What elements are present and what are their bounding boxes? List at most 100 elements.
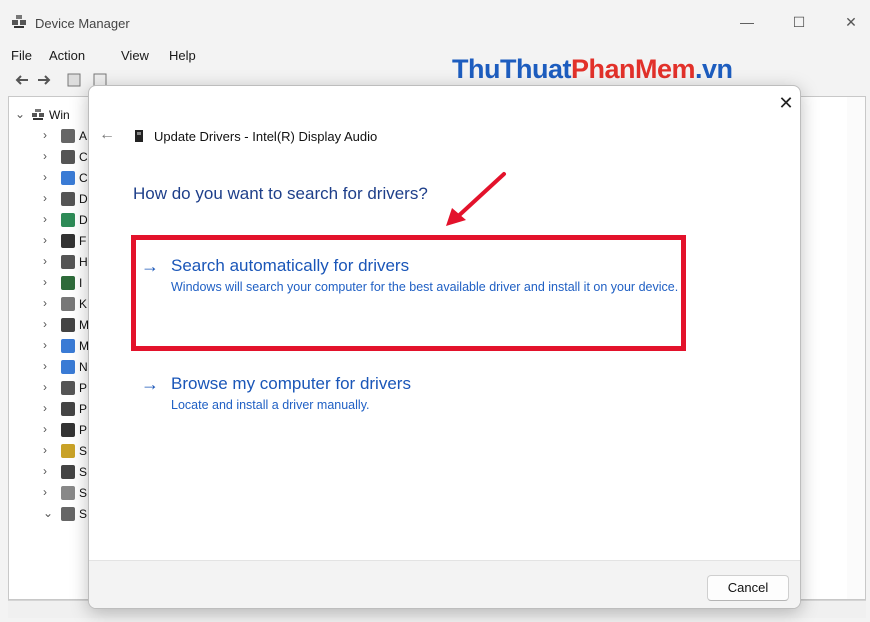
tree-item[interactable]: › D: [9, 189, 99, 209]
tree-item-label: S: [79, 486, 88, 500]
tree-item[interactable]: › K: [9, 294, 99, 314]
cancel-button[interactable]: Cancel: [707, 575, 789, 601]
menu-bar: File Action View Help: [0, 46, 870, 68]
tree-item[interactable]: › I: [9, 273, 99, 293]
tree-item[interactable]: › F: [9, 231, 99, 251]
title-bar: Device Manager — ☐ ✕: [0, 0, 870, 46]
tree-item[interactable]: › A: [9, 126, 99, 146]
browse-computer-option[interactable]: → Browse my computer for drivers Locate …: [141, 374, 701, 419]
right-arrow-icon: →: [141, 374, 159, 394]
chevron-right-icon[interactable]: ›: [43, 296, 47, 310]
sound-icon: [61, 507, 75, 521]
chevron-right-icon[interactable]: ›: [43, 170, 47, 184]
forward-icon[interactable]: [36, 72, 52, 88]
tree-item-label: P: [79, 381, 88, 395]
tree-item[interactable]: › M: [9, 336, 99, 356]
tree-item[interactable]: ⌄ S: [9, 504, 99, 524]
storage-icon: [61, 486, 75, 500]
processor-icon: [61, 423, 75, 437]
menu-help[interactable]: Help: [169, 48, 196, 63]
back-arrow-icon[interactable]: ←: [99, 126, 115, 144]
camera-icon: [61, 150, 75, 164]
chevron-right-icon[interactable]: ›: [43, 233, 47, 247]
red-pointer-arrow: [446, 172, 506, 226]
chevron-down-icon[interactable]: ⌄: [43, 506, 53, 520]
chevron-right-icon[interactable]: ›: [43, 128, 47, 142]
tree-root-label: Win: [49, 108, 70, 122]
tree-item-label: P: [79, 423, 88, 437]
tree-item-label: P: [79, 402, 88, 416]
tree-item-label: D: [79, 192, 88, 206]
menu-action[interactable]: Action: [49, 48, 85, 63]
tree-item-label: S: [79, 507, 88, 521]
keyboard-icon: [61, 297, 75, 311]
firmware-icon: [61, 234, 75, 248]
option-description: Locate and install a driver manually.: [171, 398, 370, 412]
audio-device-icon: [135, 130, 143, 142]
tree-item-label: D: [79, 213, 88, 227]
tree-item[interactable]: › D: [9, 210, 99, 230]
tree-item[interactable]: › C: [9, 168, 99, 188]
back-icon[interactable]: [14, 72, 30, 88]
tree-item[interactable]: › P: [9, 378, 99, 398]
device-manager-window: Device Manager — ☐ ✕ File Action View He…: [0, 0, 870, 622]
tree-item[interactable]: › N: [9, 357, 99, 377]
watermark-part2: PhanMem: [570, 54, 696, 84]
mouse-icon: [61, 318, 75, 332]
maximize-button[interactable]: ☐: [784, 10, 814, 34]
tree-item[interactable]: › H: [9, 252, 99, 272]
chevron-right-icon[interactable]: ›: [43, 317, 47, 331]
tree-item[interactable]: › C: [9, 147, 99, 167]
computer-icon: [61, 171, 75, 185]
print-icon: [61, 402, 75, 416]
chevron-right-icon[interactable]: ›: [43, 401, 47, 415]
tree-item[interactable]: › P: [9, 399, 99, 419]
dialog-footer: Cancel: [89, 560, 800, 608]
computer-root-icon: [32, 109, 44, 120]
tree-item-label: H: [79, 255, 88, 269]
tree-item[interactable]: › P: [9, 420, 99, 440]
tree-item-label: N: [79, 360, 88, 374]
window-title: Device Manager: [35, 16, 130, 31]
tree-item[interactable]: › S: [9, 462, 99, 482]
highlight-box: [131, 235, 686, 351]
chevron-right-icon[interactable]: ›: [43, 380, 47, 394]
chevron-right-icon[interactable]: ›: [43, 275, 47, 289]
option-title[interactable]: Browse my computer for drivers: [171, 374, 411, 394]
chevron-right-icon[interactable]: ›: [43, 464, 47, 478]
tree-root[interactable]: ⌄ Win: [9, 105, 99, 125]
dialog-question: How do you want to search for drivers?: [133, 184, 428, 203]
disk-icon: [61, 192, 75, 206]
menu-view[interactable]: View: [121, 48, 149, 63]
vertical-scrollbar[interactable]: [847, 97, 865, 599]
tree-item[interactable]: › S: [9, 441, 99, 461]
chevron-right-icon[interactable]: ›: [43, 485, 47, 499]
dialog-header-title: Update Drivers - Intel(R) Display Audio: [154, 129, 378, 144]
audio-icon: [61, 129, 75, 143]
minimize-button[interactable]: —: [732, 10, 762, 34]
chevron-right-icon[interactable]: ›: [43, 338, 47, 352]
chevron-right-icon[interactable]: ›: [43, 359, 47, 373]
tree-item-label: K: [79, 297, 88, 311]
tree-item-label: S: [79, 444, 88, 458]
tree-item[interactable]: › M: [9, 315, 99, 335]
network-icon: [61, 360, 75, 374]
tree-item-label: A: [79, 129, 88, 143]
chevron-right-icon[interactable]: ›: [43, 254, 47, 268]
watermark-part1: ThuThuat: [452, 54, 571, 84]
tree-item-label: S: [79, 465, 88, 479]
chevron-right-icon[interactable]: ›: [43, 191, 47, 205]
display-icon: [61, 213, 75, 227]
chevron-right-icon[interactable]: ›: [43, 212, 47, 226]
dialog-close-button[interactable]: ✕: [775, 92, 797, 114]
properties-icon[interactable]: [66, 72, 82, 88]
menu-file[interactable]: File: [11, 48, 32, 63]
ports-icon: [61, 381, 75, 395]
chevron-down-icon[interactable]: ⌄: [15, 107, 25, 121]
chevron-right-icon[interactable]: ›: [43, 443, 47, 457]
close-window-button[interactable]: ✕: [836, 10, 866, 34]
chevron-right-icon[interactable]: ›: [43, 149, 47, 163]
chevron-right-icon[interactable]: ›: [43, 422, 47, 436]
tree-item[interactable]: › S: [9, 483, 99, 503]
monitor-icon: [61, 339, 75, 353]
